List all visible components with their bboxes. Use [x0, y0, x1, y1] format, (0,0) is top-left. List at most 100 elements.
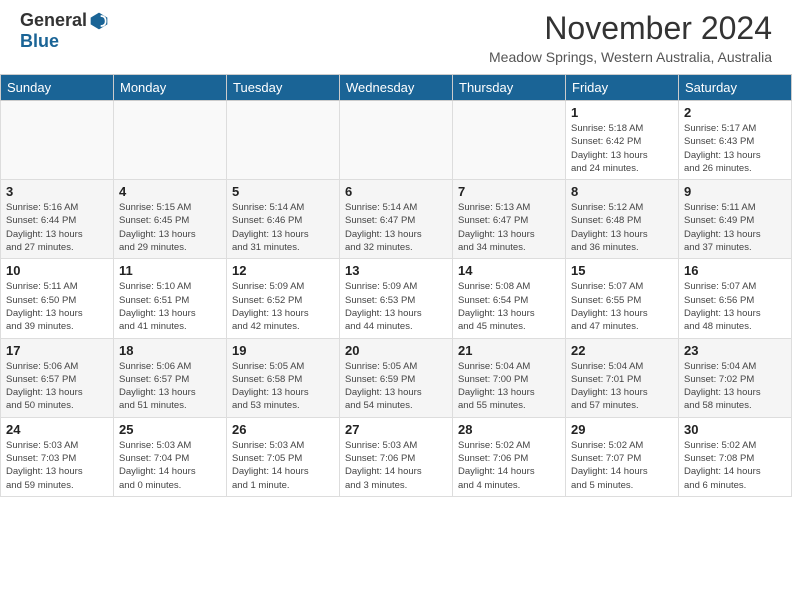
day-number: 16 [684, 263, 786, 278]
day-number: 4 [119, 184, 221, 199]
calendar-week-3: 10 Sunrise: 5:11 AM Sunset: 6:50 PM Dayli… [1, 259, 792, 338]
day-info: Sunrise: 5:06 AM Sunset: 6:57 PM Dayligh… [119, 360, 221, 413]
day-info: Sunrise: 5:04 AM Sunset: 7:02 PM Dayligh… [684, 360, 786, 413]
day-number: 23 [684, 343, 786, 358]
logo-general-text: General [20, 10, 87, 31]
calendar-day: 19Sunrise: 5:05 AM Sunset: 6:58 PM Dayli… [227, 338, 340, 417]
day-number: 27 [345, 422, 447, 437]
day-number: 14 [458, 263, 560, 278]
day-number: 13 [345, 263, 447, 278]
calendar-day: 9 Sunrise: 5:11 AM Sunset: 6:49 PM Daylig… [679, 180, 792, 259]
day-info: Sunrise: 5:04 AM Sunset: 7:01 PM Dayligh… [571, 360, 673, 413]
day-info: Sunrise: 5:17 AM Sunset: 6:43 PM Dayligh… [684, 122, 786, 175]
day-info: Sunrise: 5:16 AM Sunset: 6:44 PM Dayligh… [6, 201, 108, 254]
day-info: Sunrise: 5:14 AM Sunset: 6:46 PM Dayligh… [232, 201, 334, 254]
day-info: Sunrise: 5:05 AM Sunset: 6:59 PM Dayligh… [345, 360, 447, 413]
day-info: Sunrise: 5:02 AM Sunset: 7:06 PM Dayligh… [458, 439, 560, 492]
calendar-day [340, 101, 453, 180]
calendar-header-monday: Monday [114, 75, 227, 101]
day-info: Sunrise: 5:09 AM Sunset: 6:52 PM Dayligh… [232, 280, 334, 333]
calendar-day: 14 Sunrise: 5:08 AM Sunset: 6:54 PM Dayli… [453, 259, 566, 338]
calendar-header-saturday: Saturday [679, 75, 792, 101]
day-number: 8 [571, 184, 673, 199]
day-number: 30 [684, 422, 786, 437]
day-number: 2 [684, 105, 786, 120]
calendar-day: 22 Sunrise: 5:04 AM Sunset: 7:01 PM Dayli… [566, 338, 679, 417]
location-title: Meadow Springs, Western Australia, Austr… [489, 49, 772, 65]
calendar-day: 17Sunrise: 5:06 AM Sunset: 6:57 PM Dayli… [1, 338, 114, 417]
day-info: Sunrise: 5:14 AM Sunset: 6:47 PM Dayligh… [345, 201, 447, 254]
day-number: 25 [119, 422, 221, 437]
calendar-day: 11 Sunrise: 5:10 AM Sunset: 6:51 PM Dayli… [114, 259, 227, 338]
day-number: 22 [571, 343, 673, 358]
calendar-week-5: 24 Sunrise: 5:03 AM Sunset: 7:03 PM Dayli… [1, 417, 792, 496]
day-info: Sunrise: 5:13 AM Sunset: 6:47 PM Dayligh… [458, 201, 560, 254]
calendar-day: 28 Sunrise: 5:02 AM Sunset: 7:06 PM Dayli… [453, 417, 566, 496]
calendar-day: 24 Sunrise: 5:03 AM Sunset: 7:03 PM Dayli… [1, 417, 114, 496]
calendar-day: 30 Sunrise: 5:02 AM Sunset: 7:08 PM Dayli… [679, 417, 792, 496]
calendar-day: 7 Sunrise: 5:13 AM Sunset: 6:47 PM Daylig… [453, 180, 566, 259]
logo-icon [89, 11, 109, 31]
day-number: 24 [6, 422, 108, 437]
calendar-day: 23 Sunrise: 5:04 AM Sunset: 7:02 PM Dayli… [679, 338, 792, 417]
day-info: Sunrise: 5:10 AM Sunset: 6:51 PM Dayligh… [119, 280, 221, 333]
calendar-header-thursday: Thursday [453, 75, 566, 101]
calendar-day: 21Sunrise: 5:04 AM Sunset: 7:00 PM Dayli… [453, 338, 566, 417]
day-info: Sunrise: 5:05 AM Sunset: 6:58 PM Dayligh… [232, 360, 334, 413]
calendar-day: 1 Sunrise: 5:18 AM Sunset: 6:42 PM Daylig… [566, 101, 679, 180]
day-number: 11 [119, 263, 221, 278]
calendar-day [1, 101, 114, 180]
day-info: Sunrise: 5:03 AM Sunset: 7:03 PM Dayligh… [6, 439, 108, 492]
calendar-day: 3 Sunrise: 5:16 AM Sunset: 6:44 PM Daylig… [1, 180, 114, 259]
day-info: Sunrise: 5:09 AM Sunset: 6:53 PM Dayligh… [345, 280, 447, 333]
calendar-day: 2 Sunrise: 5:17 AM Sunset: 6:43 PM Daylig… [679, 101, 792, 180]
calendar-day: 15 Sunrise: 5:07 AM Sunset: 6:55 PM Dayli… [566, 259, 679, 338]
day-info: Sunrise: 5:07 AM Sunset: 6:55 PM Dayligh… [571, 280, 673, 333]
day-info: Sunrise: 5:08 AM Sunset: 6:54 PM Dayligh… [458, 280, 560, 333]
day-number: 20 [345, 343, 447, 358]
day-number: 7 [458, 184, 560, 199]
calendar-day: 6 Sunrise: 5:14 AM Sunset: 6:47 PM Daylig… [340, 180, 453, 259]
logo-blue-text: Blue [20, 31, 59, 52]
day-number: 1 [571, 105, 673, 120]
calendar-day: 27 Sunrise: 5:03 AM Sunset: 7:06 PM Dayli… [340, 417, 453, 496]
day-number: 18 [119, 343, 221, 358]
day-info: Sunrise: 5:03 AM Sunset: 7:06 PM Dayligh… [345, 439, 447, 492]
day-number: 15 [571, 263, 673, 278]
calendar-day: 8 Sunrise: 5:12 AM Sunset: 6:48 PM Daylig… [566, 180, 679, 259]
day-info: Sunrise: 5:07 AM Sunset: 6:56 PM Dayligh… [684, 280, 786, 333]
day-number: 10 [6, 263, 108, 278]
calendar-week-1: 1 Sunrise: 5:18 AM Sunset: 6:42 PM Daylig… [1, 101, 792, 180]
day-info: Sunrise: 5:03 AM Sunset: 7:04 PM Dayligh… [119, 439, 221, 492]
calendar-day [227, 101, 340, 180]
calendar-day: 13 Sunrise: 5:09 AM Sunset: 6:53 PM Dayli… [340, 259, 453, 338]
day-number: 28 [458, 422, 560, 437]
day-info: Sunrise: 5:02 AM Sunset: 7:07 PM Dayligh… [571, 439, 673, 492]
logo: General Blue [20, 10, 109, 52]
day-number: 6 [345, 184, 447, 199]
day-info: Sunrise: 5:18 AM Sunset: 6:42 PM Dayligh… [571, 122, 673, 175]
calendar-header-sunday: Sunday [1, 75, 114, 101]
day-info: Sunrise: 5:11 AM Sunset: 6:49 PM Dayligh… [684, 201, 786, 254]
calendar-day: 5 Sunrise: 5:14 AM Sunset: 6:46 PM Daylig… [227, 180, 340, 259]
calendar-day [114, 101, 227, 180]
day-number: 21 [458, 343, 560, 358]
calendar-day: 18 Sunrise: 5:06 AM Sunset: 6:57 PM Dayli… [114, 338, 227, 417]
day-number: 5 [232, 184, 334, 199]
calendar-week-4: 17 Sunrise: 5:06 AM Sunset: 6:57 PM Dayli… [1, 338, 792, 417]
day-info: Sunrise: 5:02 AM Sunset: 7:08 PM Dayligh… [684, 439, 786, 492]
calendar-week-2: 3 Sunrise: 5:16 AM Sunset: 6:44 PM Daylig… [1, 180, 792, 259]
calendar-day: 4Sunrise: 5:15 AM Sunset: 6:45 PM Daylig… [114, 180, 227, 259]
day-info: Sunrise: 5:12 AM Sunset: 6:48 PM Dayligh… [571, 201, 673, 254]
day-number: 3 [6, 184, 108, 199]
calendar-header-wednesday: Wednesday [340, 75, 453, 101]
calendar-day [453, 101, 566, 180]
day-number: 9 [684, 184, 786, 199]
day-number: 17 [6, 343, 108, 358]
calendar-day: 26Sunrise: 5:03 AM Sunset: 7:05 PM Dayli… [227, 417, 340, 496]
calendar-day: 10 Sunrise: 5:11 AM Sunset: 6:50 PM Dayli… [1, 259, 114, 338]
month-title: November 2024 [489, 10, 772, 47]
day-info: Sunrise: 5:11 AM Sunset: 6:50 PM Dayligh… [6, 280, 108, 333]
calendar-day: 12Sunrise: 5:09 AM Sunset: 6:52 PM Dayli… [227, 259, 340, 338]
day-info: Sunrise: 5:03 AM Sunset: 7:05 PM Dayligh… [232, 439, 334, 492]
